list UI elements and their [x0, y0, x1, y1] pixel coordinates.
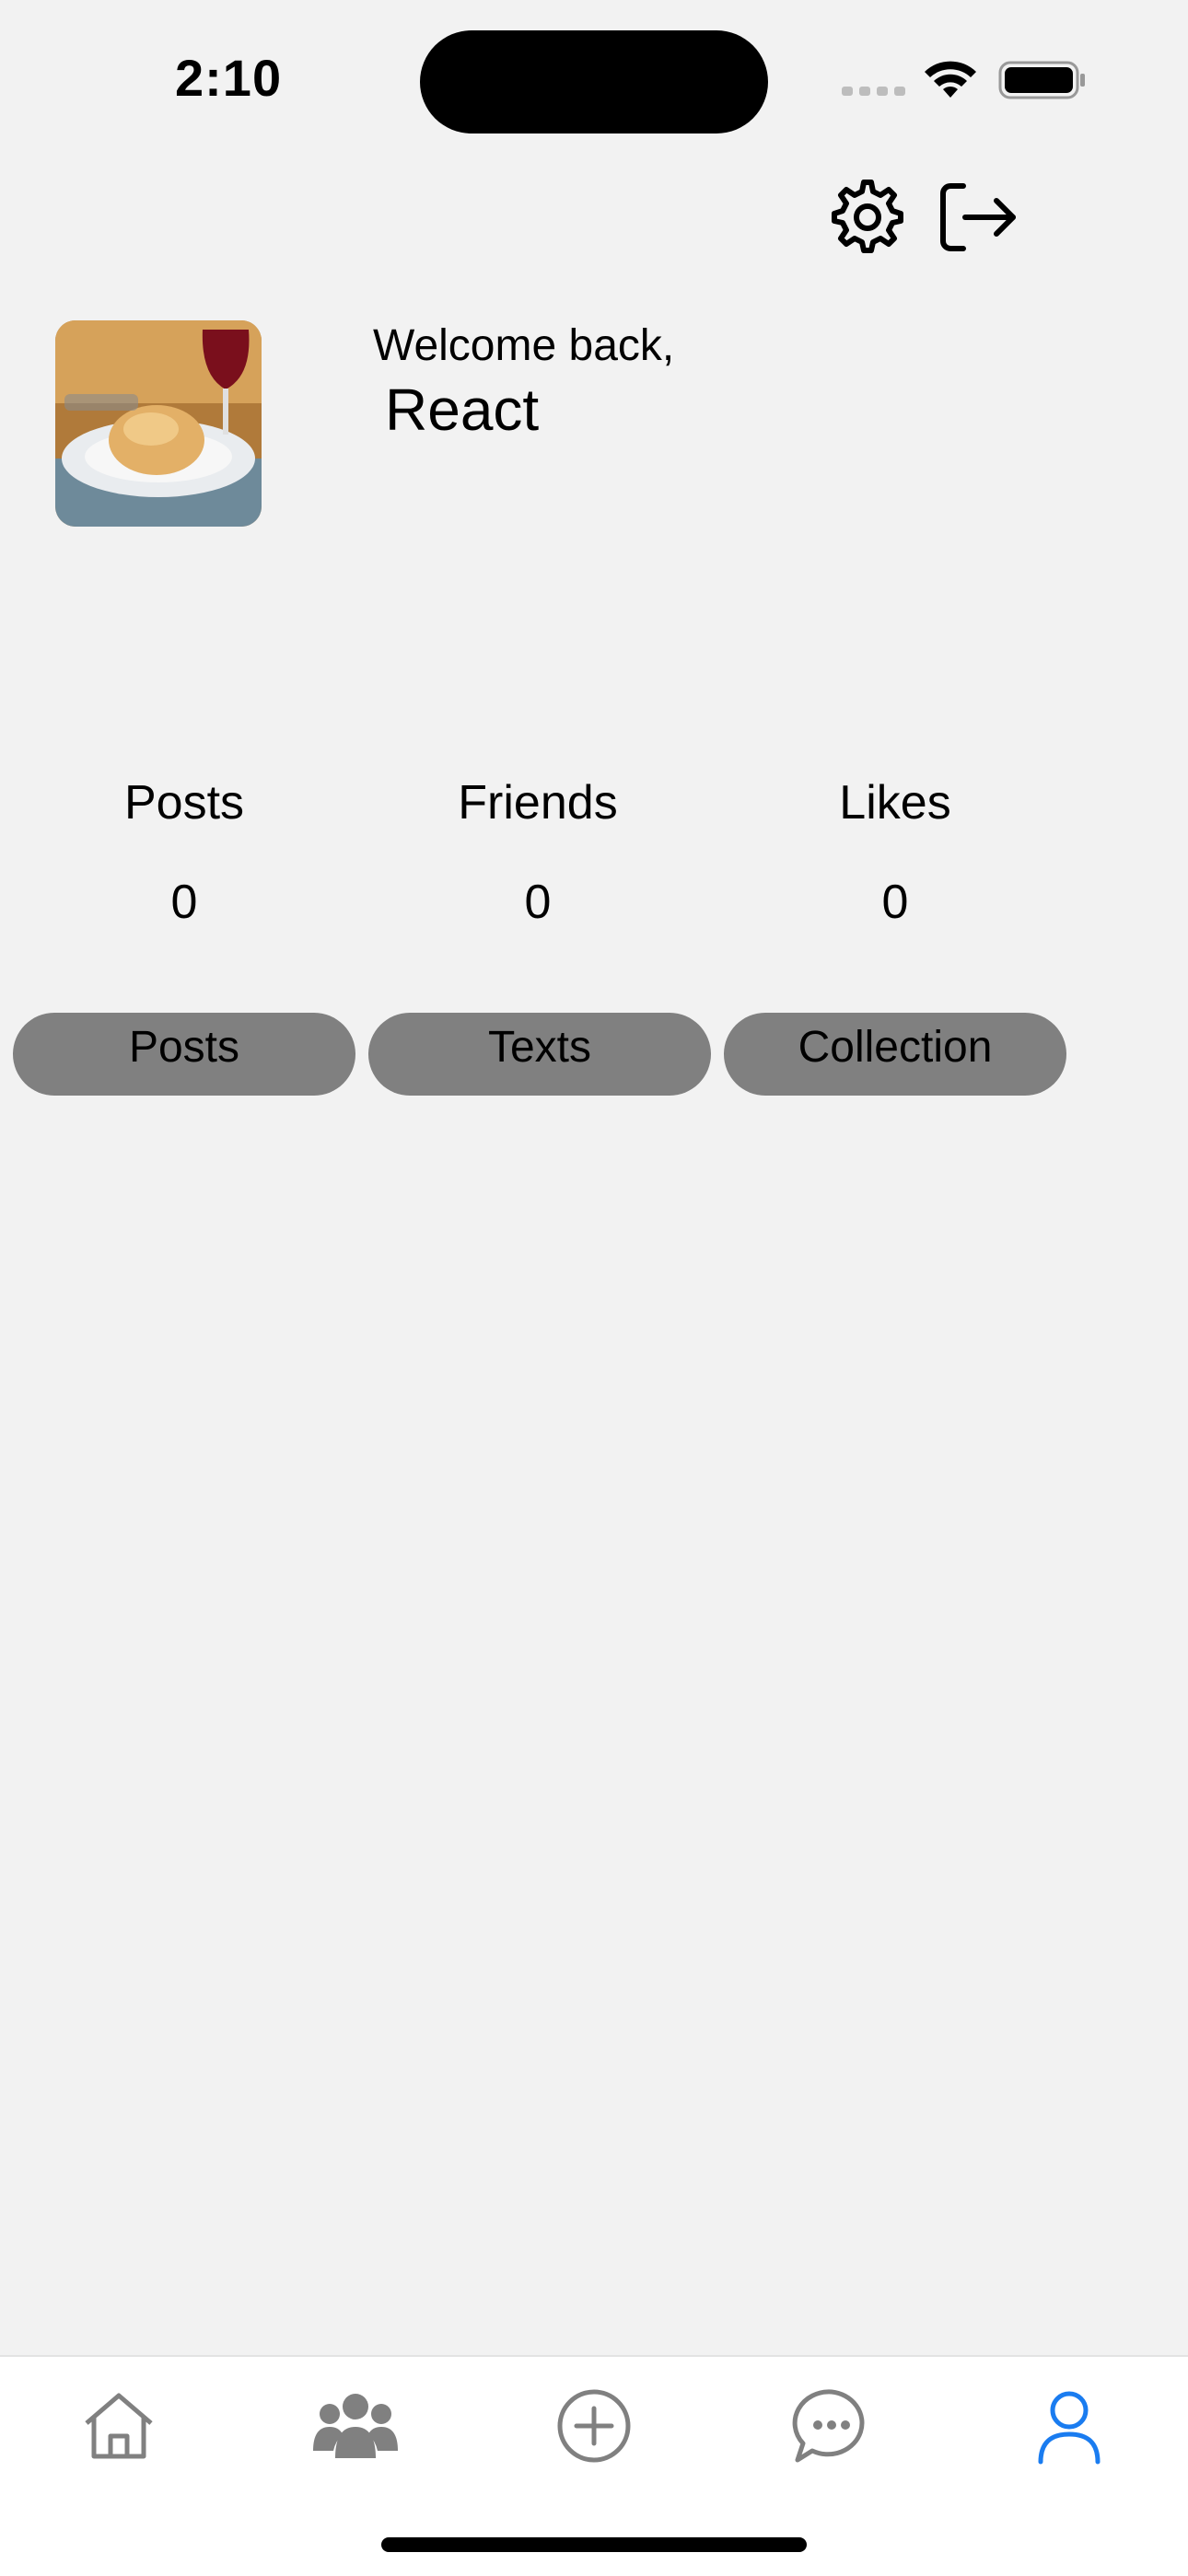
cellular-signal-icon — [842, 87, 905, 96]
stat-value-likes: 0 — [881, 876, 909, 929]
stat-label-friends: Friends — [458, 776, 618, 830]
battery-icon — [998, 61, 1085, 99]
avatar[interactable] — [55, 320, 262, 527]
stat-label-likes: Likes — [839, 776, 951, 830]
welcome-text: Welcome back, — [373, 321, 675, 370]
gear-icon[interactable] — [829, 179, 906, 256]
collection-tab-button[interactable]: Collection — [724, 1013, 1066, 1096]
dynamic-island — [420, 30, 768, 133]
wifi-icon — [925, 61, 976, 98]
food-photo-image — [55, 320, 262, 527]
stat-value-posts: 0 — [170, 876, 198, 929]
stat-label-posts: Posts — [123, 776, 245, 830]
posts-tab-button[interactable]: Posts — [13, 1013, 355, 1096]
people-icon[interactable] — [313, 2385, 398, 2467]
plus-circle-icon[interactable] — [553, 2385, 635, 2467]
stat-value-friends: 0 — [524, 876, 552, 929]
chat-icon[interactable] — [790, 2385, 873, 2467]
profile-icon[interactable] — [1028, 2385, 1111, 2467]
status-time: 2:10 — [175, 49, 283, 107]
username: React — [385, 377, 540, 443]
logout-icon[interactable] — [938, 179, 1020, 256]
texts-tab-button[interactable]: Texts — [368, 1013, 711, 1096]
home-icon[interactable] — [77, 2385, 160, 2467]
home-indicator — [381, 2537, 807, 2552]
